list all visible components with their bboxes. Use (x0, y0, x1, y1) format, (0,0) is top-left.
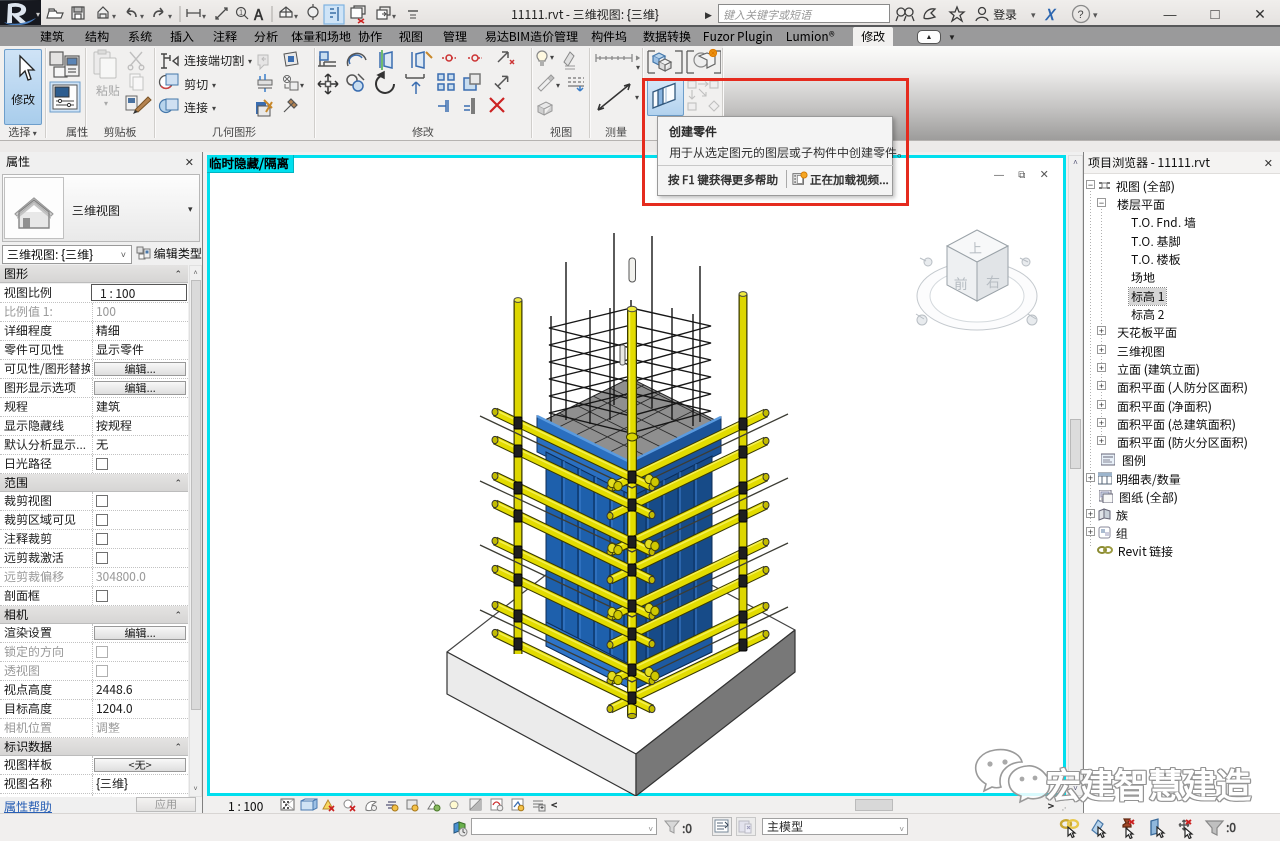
svg-text:▾: ▾ (212, 80, 216, 91)
svg-text:▾: ▾ (202, 11, 206, 22)
svg-text:▾: ▾ (104, 98, 108, 109)
svg-text:A: A (253, 4, 264, 25)
svg-text:粘贴: 粘贴 (96, 82, 120, 99)
svg-text:1: 1 (239, 8, 243, 18)
svg-text:右: 右 (986, 272, 1000, 292)
svg-text:连接端切割: 连接端切割 (184, 52, 244, 69)
svg-text:▾: ▾ (140, 11, 144, 22)
svg-text:▾: ▾ (635, 92, 639, 103)
svg-text:<: < (551, 797, 558, 813)
svg-text::0: :0 (1226, 819, 1236, 836)
svg-text:▾: ▾ (300, 80, 304, 91)
svg-text:上: 上 (969, 238, 982, 257)
svg-text:▾: ▾ (550, 52, 554, 63)
svg-text:连接: 连接 (184, 99, 208, 116)
svg-text:前: 前 (954, 274, 968, 294)
svg-text:▾: ▾ (248, 56, 252, 67)
svg-text:▾: ▾ (168, 11, 172, 22)
svg-text:▾: ▾ (294, 11, 298, 22)
svg-text:?: ? (1078, 6, 1084, 22)
svg-text:▾: ▾ (556, 80, 560, 91)
svg-text:▾: ▾ (1093, 8, 1098, 21)
svg-text:▾: ▾ (212, 103, 216, 114)
svg-text:▾: ▾ (112, 11, 116, 22)
svg-text:登录: 登录 (993, 6, 1017, 23)
svg-text:▾: ▾ (636, 62, 640, 73)
svg-text:▾: ▾ (1031, 8, 1036, 21)
svg-text:X: X (1044, 4, 1057, 24)
svg-text:剪切: 剪切 (184, 76, 208, 93)
svg-text:▾: ▾ (392, 11, 396, 22)
